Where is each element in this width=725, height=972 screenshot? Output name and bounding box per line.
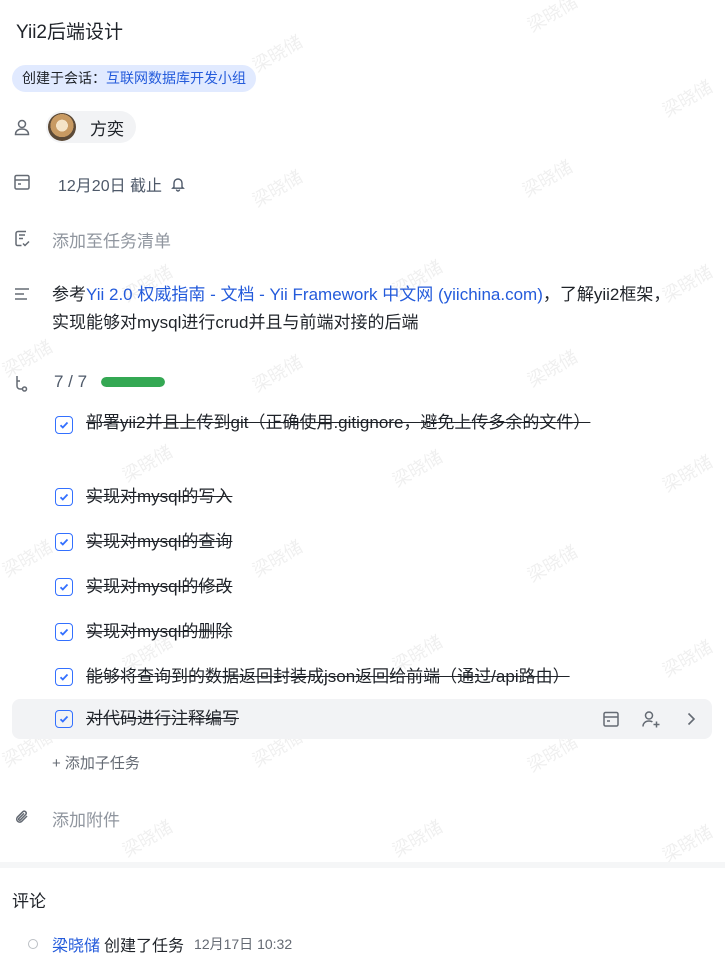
add-to-list-button[interactable]: 添加至任务清单 <box>52 227 171 252</box>
paperclip-icon <box>12 807 32 827</box>
subtask-text[interactable]: 实现对mysql的查询 <box>86 529 586 555</box>
check-icon <box>59 538 69 546</box>
subtask-checkbox[interactable] <box>55 488 73 506</box>
calendar-icon[interactable] <box>600 708 622 730</box>
watermark: 梁晓储 <box>524 0 581 37</box>
subtask-checkbox[interactable] <box>55 533 73 551</box>
task-title[interactable]: Yii2后端设计 <box>16 17 123 44</box>
timeline-dot <box>28 939 38 949</box>
subtask-text[interactable]: 对代码进行注释编写 <box>86 706 586 732</box>
user-icon <box>12 117 32 137</box>
subtask-checkbox[interactable] <box>55 416 73 434</box>
add-attachment-button[interactable]: 添加附件 <box>52 806 120 831</box>
watermark: 梁晓储 <box>249 166 306 212</box>
subtask-text[interactable]: 部署yii2并且上传到git（正确使用.gitignore，避免上传多余的文件） <box>86 410 590 436</box>
bell-icon[interactable] <box>170 176 186 192</box>
watermark: 梁晓储 <box>659 76 716 122</box>
subtask-item[interactable]: 部署yii2并且上传到git（正确使用.gitignore，避免上传多余的文件） <box>12 408 712 464</box>
subtask-item[interactable]: 对代码进行注释编写 <box>12 699 712 739</box>
subtask-branch-icon <box>12 373 32 393</box>
due-date[interactable]: 12月20日 截止 <box>58 172 186 196</box>
subtask-text[interactable]: 实现对mysql的删除 <box>86 619 586 645</box>
add-subtask-button[interactable]: + 添加子任务 <box>52 752 140 773</box>
assignee-chip[interactable]: 方奕 <box>46 111 136 143</box>
check-icon <box>59 421 69 429</box>
watermark: 梁晓储 <box>119 816 176 862</box>
subtask-progress-label: 7 / 7 <box>54 372 88 391</box>
watermark: 梁晓储 <box>659 821 716 867</box>
subtask-text[interactable]: 能够将查询到的数据返回封装成json返回给前端（通过/api路由） <box>86 664 586 690</box>
list-check-icon <box>12 228 32 248</box>
progress-bar-fill <box>101 377 166 387</box>
subtask-checkbox[interactable] <box>55 623 73 641</box>
activity-time: 12月17日 10:32 <box>194 936 293 952</box>
source-chat-tag: 创建于会话： 互联网数据库开发小组 <box>12 65 256 92</box>
chevron-right-icon[interactable] <box>680 708 702 730</box>
activity-action: 创建了任务 <box>104 938 185 955</box>
subtask-text[interactable]: 实现对mysql的写入 <box>86 484 586 510</box>
subtask-item[interactable]: 实现对mysql的删除 <box>12 615 712 649</box>
text-lines-icon <box>12 284 32 304</box>
comments-title: 评论 <box>12 892 46 911</box>
due-date-text: 12月20日 截止 <box>58 178 163 195</box>
description-prefix: 参考 <box>52 285 86 304</box>
check-icon <box>59 628 69 636</box>
check-icon <box>59 493 69 501</box>
check-icon <box>59 715 69 723</box>
subtask-checkbox[interactable] <box>55 668 73 686</box>
subtask-checkbox[interactable] <box>55 578 73 596</box>
activity-user[interactable]: 梁晓储 <box>52 932 100 956</box>
subtask-item[interactable]: 实现对mysql的写入 <box>12 480 712 514</box>
section-divider <box>0 862 725 868</box>
watermark: 梁晓储 <box>249 351 306 397</box>
watermark: 梁晓储 <box>519 156 576 202</box>
progress-bar <box>101 377 166 387</box>
subtask-item[interactable]: 实现对mysql的查询 <box>12 525 712 559</box>
watermark: 梁晓储 <box>524 346 581 392</box>
subtask-item[interactable]: 实现对mysql的修改 <box>12 570 712 604</box>
check-icon <box>59 583 69 591</box>
activity-item: 梁晓储 创建了任务 12月17日 10:32 <box>28 932 292 956</box>
add-user-icon[interactable] <box>640 708 662 730</box>
watermark: 梁晓储 <box>389 816 446 862</box>
assignee-name: 方奕 <box>90 119 124 139</box>
description-link[interactable]: Yii 2.0 权威指南 - 文档 - Yii Framework 中文网 (y… <box>86 285 543 304</box>
subtask-text[interactable]: 实现对mysql的修改 <box>86 574 586 600</box>
subtask-progress: 7 / 7 <box>54 372 166 392</box>
calendar-icon <box>12 172 32 192</box>
task-description[interactable]: 参考Yii 2.0 权威指南 - 文档 - Yii Framework 中文网 … <box>52 281 672 337</box>
subtask-hover-actions <box>600 708 702 730</box>
watermark: 梁晓储 <box>249 31 306 77</box>
source-chat-prefix: 创建于会话： <box>22 70 106 86</box>
check-icon <box>59 673 69 681</box>
avatar <box>48 113 76 141</box>
source-chat-link[interactable]: 互联网数据库开发小组 <box>106 65 246 92</box>
subtask-checkbox[interactable] <box>55 710 73 728</box>
subtask-item[interactable]: 能够将查询到的数据返回封装成json返回给前端（通过/api路由） <box>12 660 712 694</box>
